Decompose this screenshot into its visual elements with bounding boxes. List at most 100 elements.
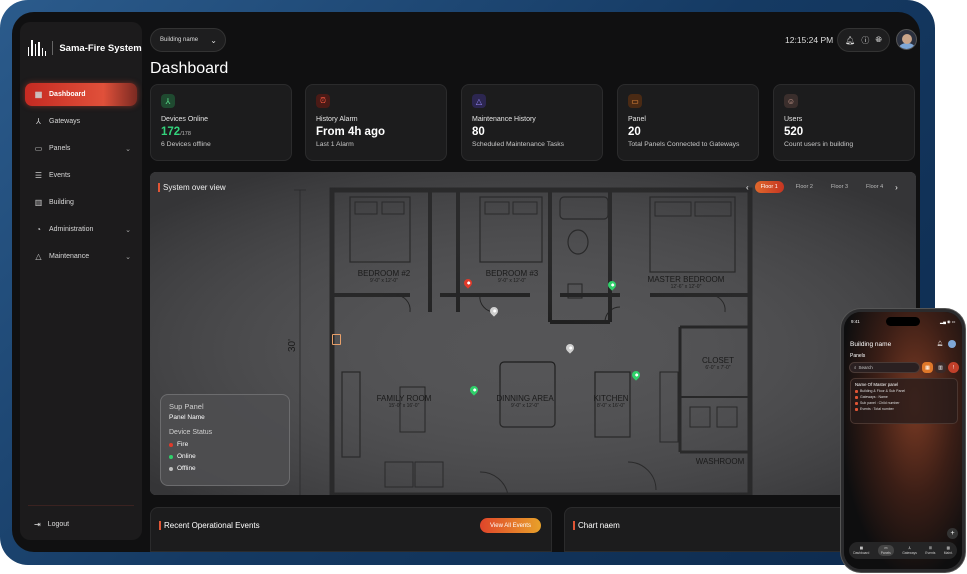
card-label: Maintenance History <box>472 116 536 123</box>
sidebar-item-administration[interactable]: ◔ Administration ⌄ <box>25 218 137 241</box>
sidebar-item-maintenance[interactable]: △ Maintenance ⌄ <box>25 245 137 268</box>
card-label: Users <box>784 116 803 123</box>
phone-panel-card[interactable]: Name Of Master panel Building & Floor & … <box>850 378 958 424</box>
sidebar-item-gateways[interactable]: ⅄ Gateways <box>25 110 137 133</box>
building-select[interactable]: Building name ⌄ <box>150 28 226 52</box>
offline-dot-icon <box>169 466 173 471</box>
card-value: 80 <box>472 126 485 138</box>
phone-nav-dashboard[interactable]: ▦ Dashboard <box>853 546 869 555</box>
tab-floor-1[interactable]: Floor 1 <box>754 181 784 193</box>
gateway-icon: ⅄ <box>36 117 41 126</box>
stat-card-devices[interactable]: ⅄ Devices Online 172/178 6 Devices offli… <box>150 84 292 161</box>
card-value: 520 <box>784 126 804 138</box>
card-label: Devices Online <box>161 116 209 123</box>
room-label: MASTER BEDROOM <box>647 275 725 284</box>
floor-tabs: ‹ Floor 1 Floor 2 Floor 3 Floor 4 › <box>746 181 898 193</box>
phone-add-button[interactable]: + <box>947 528 958 539</box>
room-size: 6'-0" x 7'-0" <box>705 365 731 371</box>
phone-building-name: Building name <box>850 341 892 348</box>
room-label: CLOSET <box>701 356 734 365</box>
avatar[interactable] <box>896 29 917 50</box>
online-dot-icon <box>169 454 173 459</box>
info-icon[interactable]: ⓘ <box>861 35 869 46</box>
phone-section-title: Panels <box>850 353 866 359</box>
phone-panel-row: Events : Total number <box>855 407 953 411</box>
sidebar-item-label: Maintenance <box>49 253 90 260</box>
phone-alert-button[interactable]: ! <box>948 362 959 373</box>
bell-icon[interactable]: 🔔︎ <box>845 36 855 45</box>
phone-bell-icon[interactable]: 🔔︎ <box>937 341 943 347</box>
dashboard-icon: ▦ <box>34 90 43 99</box>
overview-title: System over view <box>158 183 226 192</box>
phone-nav-maintenance[interactable]: ▥ Maint. <box>944 546 953 555</box>
building-select-value: Building name <box>160 37 199 43</box>
events-icon: ☰ <box>34 171 43 180</box>
phone-time: 9:41 <box>851 319 860 324</box>
legend-panel-name: Panel Name <box>169 414 205 421</box>
room-size: 15'-0" x 16'-0" <box>388 403 420 409</box>
device-frame: Sama-Fire System ▦ Dashboard ⅄ Gateways … <box>0 0 935 565</box>
room-label: DINNING AREA <box>496 394 554 403</box>
tab-floor-3[interactable]: Floor 3 <box>825 181 854 193</box>
sidebar-item-building[interactable]: ▥ Building <box>25 191 137 214</box>
tab-floor-4[interactable]: Floor 4 <box>860 181 889 193</box>
sidebar-item-dashboard[interactable]: ▦ Dashboard <box>25 83 137 106</box>
chevron-down-icon: ⌄ <box>210 35 217 45</box>
phone-panel-row: Building & Floor & Sub Panel <box>855 389 953 393</box>
phone-avatar[interactable] <box>948 340 956 348</box>
sidebar-item-panels[interactable]: ▭ Panels ⌄ <box>25 137 137 160</box>
card-sub: Scheduled Maintenance Tasks <box>472 141 565 148</box>
phone-filter-button[interactable]: ▦ <box>922 362 933 373</box>
logout-button[interactable]: ⇥ Logout <box>34 520 69 529</box>
room-size: 12'-6" x 12'-0" <box>670 284 702 290</box>
sidebar-item-label: Dashboard <box>49 91 86 98</box>
admin-icon: ◔ <box>36 225 41 234</box>
logout-icon: ⇥ <box>34 520 41 529</box>
phone-panel-row: Sub panel : Child number <box>855 401 953 405</box>
stat-card-maintenance[interactable]: △ Maintenance History 80 Scheduled Maint… <box>461 84 603 161</box>
chevron-left-icon[interactable]: ‹ <box>746 183 749 192</box>
phone-grid-button[interactable]: ▥ <box>935 362 946 373</box>
stat-card-panel[interactable]: ▭ Panel 20 Total Panels Connected to Gat… <box>617 84 759 161</box>
page-title: Dashboard <box>150 60 229 77</box>
legend-status-title: Device Status <box>169 429 213 436</box>
legend-item-online: Online <box>169 453 281 460</box>
legend-item-offline: Offline <box>169 465 281 472</box>
sidebar-divider <box>28 505 134 506</box>
phone-nav-events[interactable]: ☰ Events <box>925 546 935 555</box>
room-label: FAMILY ROOM <box>376 394 432 403</box>
card-sub: Last 1 Alarm <box>316 141 354 148</box>
events-title: Recent Operational Events <box>159 521 260 530</box>
events-icon: ☰ <box>928 546 932 550</box>
sidebar-item-label: Events <box>49 172 71 179</box>
card-value: From 4h ago <box>316 126 386 138</box>
chevron-right-icon[interactable]: › <box>895 183 898 192</box>
maintenance-icon: ▥ <box>946 546 950 550</box>
sidebar-item-label: Gateways <box>49 118 81 125</box>
card-label: Panel <box>628 116 646 123</box>
stat-card-users[interactable]: ☺ Users 520 Count users in building <box>773 84 915 161</box>
dimension-label: 30' <box>287 338 299 353</box>
phone-search-input[interactable]: ⌕ Search <box>849 362 920 373</box>
logout-label: Logout <box>47 521 70 528</box>
tab-floor-2[interactable]: Floor 2 <box>790 181 819 193</box>
sidebar-item-label: Building <box>49 199 74 206</box>
stat-card-alarm[interactable]: ⏰︎ History Alarm From 4h ago Last 1 Alar… <box>305 84 447 161</box>
room-label: KITCHEN <box>593 394 629 403</box>
gateway-icon: ⅄ <box>908 546 911 550</box>
logo-bars-icon <box>28 40 47 56</box>
card-value-suffix: /178 <box>180 131 191 137</box>
phone-nav-gateways[interactable]: ⅄ Gateways <box>902 546 917 555</box>
sidebar-item-events[interactable]: ☰ Events <box>25 164 137 187</box>
globe-icon[interactable]: 🌐︎ <box>876 35 882 45</box>
phone-mockup: 9:41 ▂▄ ◉ ▭ Building name 🔔︎ Panels ⌕ Se… <box>841 309 965 572</box>
status-legend: Sup Panel Panel Name Device Status Fire … <box>160 394 290 486</box>
legend-item-fire: Fire <box>169 441 281 448</box>
view-all-events-button[interactable]: View All Events <box>480 518 541 533</box>
sidebar: Sama-Fire System ▦ Dashboard ⅄ Gateways … <box>20 22 142 540</box>
panel-marker-icon[interactable] <box>332 334 341 345</box>
maintenance-icon: △ <box>35 252 42 261</box>
card-value: 20 <box>628 126 641 138</box>
phone-nav-panels[interactable]: ▭ Panels <box>877 545 894 556</box>
app-name: Sama-Fire System <box>59 42 142 54</box>
